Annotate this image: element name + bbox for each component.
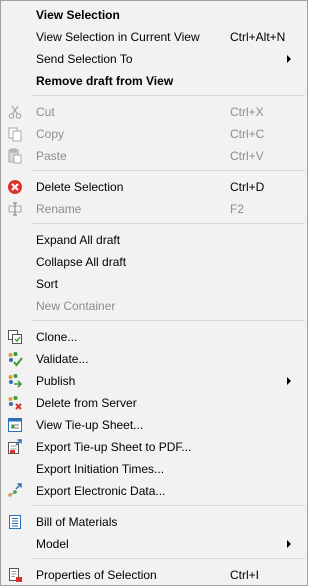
menu-separator bbox=[31, 95, 305, 96]
menu-item-new-container[interactable]: New Container bbox=[2, 295, 306, 317]
menu-item-clone[interactable]: Clone... bbox=[2, 326, 306, 348]
menu-item-label: Paste bbox=[36, 149, 67, 163]
menu-item-label: View Selection bbox=[36, 8, 120, 22]
menu-item-label: Delete from Server bbox=[36, 396, 137, 410]
menu-item-shortcut: Ctrl+Alt+N bbox=[230, 30, 286, 44]
paste-icon bbox=[6, 147, 24, 165]
menu-separator bbox=[31, 558, 305, 559]
menu-item-label: Export Electronic Data... bbox=[36, 484, 166, 498]
menu-item-label: Delete Selection bbox=[36, 180, 124, 194]
menu-item-export-tieup-pdf[interactable]: Export Tie-up Sheet to PDF... bbox=[2, 436, 306, 458]
menu-item-shortcut: Ctrl+V bbox=[230, 149, 264, 163]
menu-item-expand-all[interactable]: Expand All draft bbox=[2, 229, 306, 251]
menu-item-label: Send Selection To bbox=[36, 52, 133, 66]
menu-item-publish[interactable]: Publish bbox=[2, 370, 306, 392]
menu-item-view-selection-current[interactable]: View Selection in Current View Ctrl+Alt+… bbox=[2, 26, 306, 48]
menu-item-delete-selection[interactable]: Delete Selection Ctrl+D bbox=[2, 176, 306, 198]
menu-separator bbox=[31, 223, 305, 224]
menu-item-shortcut: Ctrl+X bbox=[230, 105, 264, 119]
menu-item-label: Collapse All draft bbox=[36, 255, 127, 269]
submenu-arrow-icon bbox=[287, 540, 291, 548]
submenu-arrow-icon bbox=[287, 55, 291, 63]
menu-item-collapse-all[interactable]: Collapse All draft bbox=[2, 251, 306, 273]
delete-server-icon bbox=[6, 394, 24, 412]
tieup-sheet-icon bbox=[6, 416, 24, 434]
menu-separator bbox=[31, 505, 305, 506]
menu-item-label: Rename bbox=[36, 202, 82, 216]
menu-item-label: Expand All draft bbox=[36, 233, 121, 247]
menu-item-label: Publish bbox=[36, 374, 76, 388]
menu-item-rename[interactable]: Rename F2 bbox=[2, 198, 306, 220]
menu-item-view-tieup[interactable]: View Tie-up Sheet... bbox=[2, 414, 306, 436]
menu-item-label: Export Tie-up Sheet to PDF... bbox=[36, 440, 192, 454]
menu-item-properties[interactable]: Properties of Selection Ctrl+I bbox=[2, 564, 306, 586]
menu-item-delete-from-server[interactable]: Delete from Server bbox=[2, 392, 306, 414]
menu-item-send-selection-to[interactable]: Send Selection To bbox=[2, 48, 306, 70]
menu-item-label: Export Initiation Times... bbox=[36, 462, 165, 476]
menu-item-shortcut: F2 bbox=[230, 202, 245, 216]
menu-item-label: New Container bbox=[36, 299, 116, 313]
clone-icon bbox=[6, 328, 24, 346]
menu-item-label: View Selection in Current View bbox=[36, 30, 200, 44]
publish-icon bbox=[6, 372, 24, 390]
menu-item-label: Model bbox=[36, 537, 69, 551]
rename-cursor-icon bbox=[6, 200, 24, 218]
bill-of-materials-icon bbox=[6, 513, 24, 531]
export-electronic-icon bbox=[6, 482, 24, 500]
scissors-icon bbox=[6, 103, 24, 121]
menu-item-view-selection[interactable]: View Selection bbox=[2, 4, 306, 26]
delete-red-x-icon bbox=[6, 178, 24, 196]
menu-item-shortcut: Ctrl+C bbox=[230, 127, 265, 141]
menu-item-cut[interactable]: Cut Ctrl+X bbox=[2, 101, 306, 123]
menu-item-label: Cut bbox=[36, 105, 55, 119]
copy-icon bbox=[6, 125, 24, 143]
menu-item-label: Remove draft from View bbox=[36, 74, 174, 88]
menu-item-export-initiation[interactable]: Export Initiation Times... bbox=[2, 458, 306, 480]
context-menu: View Selection View Selection in Current… bbox=[0, 0, 308, 586]
menu-item-label: Validate... bbox=[36, 352, 89, 366]
menu-item-shortcut: Ctrl+D bbox=[230, 180, 265, 194]
menu-item-export-electronic[interactable]: Export Electronic Data... bbox=[2, 480, 306, 502]
menu-item-label: Properties of Selection bbox=[36, 568, 157, 582]
menu-item-paste[interactable]: Paste Ctrl+V bbox=[2, 145, 306, 167]
menu-item-label: Copy bbox=[36, 127, 65, 141]
menu-item-label: Sort bbox=[36, 277, 59, 291]
menu-item-label: Bill of Materials bbox=[36, 515, 118, 529]
menu-separator bbox=[31, 170, 305, 171]
menu-item-shortcut: Ctrl+I bbox=[230, 568, 260, 582]
menu-item-model[interactable]: Model bbox=[2, 533, 306, 555]
menu-item-sort[interactable]: Sort bbox=[2, 273, 306, 295]
menu-item-validate[interactable]: Validate... bbox=[2, 348, 306, 370]
export-pdf-icon bbox=[6, 438, 24, 456]
menu-item-label: View Tie-up Sheet... bbox=[36, 418, 144, 432]
submenu-arrow-icon bbox=[287, 377, 291, 385]
menu-separator bbox=[31, 320, 305, 321]
menu-item-remove-draft[interactable]: Remove draft from View bbox=[2, 70, 306, 92]
menu-item-copy[interactable]: Copy Ctrl+C bbox=[2, 123, 306, 145]
menu-item-bill-of-materials[interactable]: Bill of Materials bbox=[2, 511, 306, 533]
menu-item-label: Clone... bbox=[36, 330, 78, 344]
properties-icon bbox=[6, 566, 24, 584]
validate-check-icon bbox=[6, 350, 24, 368]
